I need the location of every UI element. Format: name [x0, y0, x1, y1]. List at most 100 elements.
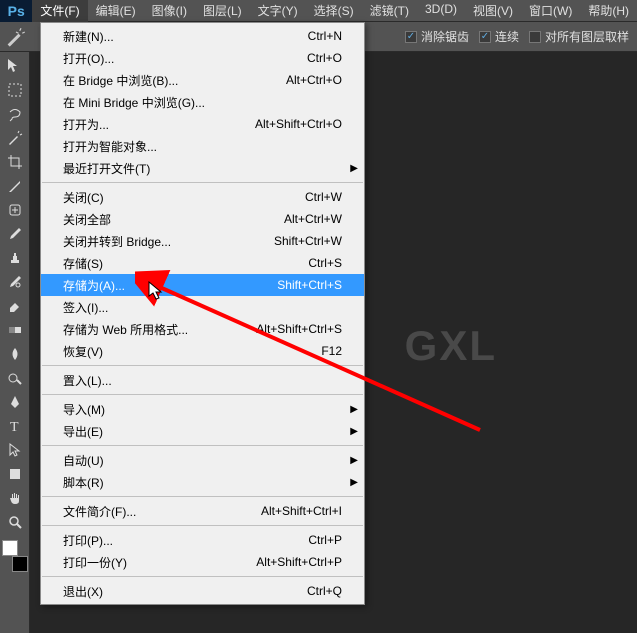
menu-item[interactable]: 导入(M)▶ [41, 398, 364, 420]
antialias-option[interactable]: ✓ 消除锯齿 [405, 28, 469, 45]
crop-tool[interactable] [2, 150, 28, 174]
gradient-tool[interactable] [2, 318, 28, 342]
menu-item-label: 新建(N)... [63, 28, 308, 45]
menubar-item[interactable]: 图像(I) [144, 0, 195, 22]
menu-item[interactable]: 存储为 Web 所用格式...Alt+Shift+Ctrl+S [41, 318, 364, 340]
marquee-tool[interactable] [2, 78, 28, 102]
menu-item-label: 打印一份(Y) [63, 554, 256, 571]
menu-item-shortcut: Ctrl+O [307, 51, 356, 65]
menu-item-shortcut: Alt+Shift+Ctrl+O [255, 117, 356, 131]
menu-separator [42, 496, 363, 497]
menu-item[interactable]: 关闭并转到 Bridge...Shift+Ctrl+W [41, 230, 364, 252]
background-color-swatch[interactable] [12, 556, 28, 572]
menu-item[interactable]: 签入(I)... [41, 296, 364, 318]
menu-item-label: 关闭并转到 Bridge... [63, 233, 274, 250]
file-menu-dropdown: 新建(N)...Ctrl+N打开(O)...Ctrl+O在 Bridge 中浏览… [40, 22, 365, 605]
menu-separator [42, 576, 363, 577]
menu-item[interactable]: 自动(U)▶ [41, 449, 364, 471]
menu-item[interactable]: 存储为(A)...Shift+Ctrl+S [41, 274, 364, 296]
menu-separator [42, 394, 363, 395]
hand-tool[interactable] [2, 486, 28, 510]
menu-item-label: 恢复(V) [63, 343, 321, 360]
menu-item-shortcut: Ctrl+Q [307, 584, 356, 598]
menu-item-shortcut: Alt+Shift+Ctrl+S [256, 322, 356, 336]
menu-item[interactable]: 打开(O)...Ctrl+O [41, 47, 364, 69]
pen-tool[interactable] [2, 390, 28, 414]
menu-item[interactable]: 新建(N)...Ctrl+N [41, 25, 364, 47]
menu-item-shortcut: Alt+Shift+Ctrl+I [261, 504, 356, 518]
submenu-arrow-icon: ▶ [350, 163, 358, 174]
menu-item[interactable]: 退出(X)Ctrl+Q [41, 580, 364, 602]
magic-wand-icon [6, 27, 26, 47]
foreground-color-swatch[interactable] [2, 540, 18, 556]
menu-item-label: 存储(S) [63, 255, 308, 272]
menubar: Ps 文件(F)编辑(E)图像(I)图层(L)文字(Y)选择(S)滤镜(T)3D… [0, 0, 637, 22]
menu-item-label: 存储为(A)... [63, 277, 277, 294]
menu-item[interactable]: 最近打开文件(T)▶ [41, 157, 364, 179]
menu-item-label: 导出(E) [63, 423, 356, 440]
menu-item[interactable]: 打印(P)...Ctrl+P [41, 529, 364, 551]
menubar-item[interactable]: 窗口(W) [521, 0, 580, 22]
menu-item-shortcut: F12 [321, 344, 356, 358]
menu-item[interactable]: 导出(E)▶ [41, 420, 364, 442]
clone-stamp-tool[interactable] [2, 246, 28, 270]
history-brush-tool[interactable] [2, 270, 28, 294]
move-tool[interactable] [2, 54, 28, 78]
blur-tool[interactable] [2, 342, 28, 366]
menu-item[interactable]: 打印一份(Y)Alt+Shift+Ctrl+P [41, 551, 364, 573]
menubar-item[interactable]: 编辑(E) [88, 0, 144, 22]
menu-item-label: 打印(P)... [63, 532, 308, 549]
eraser-tool[interactable] [2, 294, 28, 318]
menu-item[interactable]: 恢复(V)F12 [41, 340, 364, 362]
menu-item[interactable]: 关闭全部Alt+Ctrl+W [41, 208, 364, 230]
antialias-label: 消除锯齿 [421, 28, 469, 45]
menu-separator [42, 525, 363, 526]
tool-panel: T [0, 52, 30, 633]
lasso-tool[interactable] [2, 102, 28, 126]
menu-item-label: 打开为智能对象... [63, 138, 356, 155]
contiguous-option[interactable]: ✓ 连续 [479, 28, 519, 45]
menu-item[interactable]: 在 Bridge 中浏览(B)...Alt+Ctrl+O [41, 69, 364, 91]
menu-item[interactable]: 置入(L)... [41, 369, 364, 391]
checkbox-empty-icon [529, 31, 541, 43]
menubar-item[interactable]: 滤镜(T) [362, 0, 417, 22]
contiguous-label: 连续 [495, 28, 519, 45]
menubar-item[interactable]: 图层(L) [195, 0, 250, 22]
type-tool[interactable]: T [2, 414, 28, 438]
eyedropper-tool[interactable] [2, 174, 28, 198]
menubar-item[interactable]: 文件(F) [32, 0, 87, 22]
menubar-item[interactable]: 选择(S) [306, 0, 362, 22]
zoom-tool[interactable] [2, 510, 28, 534]
check-icon: ✓ [479, 31, 491, 43]
menu-separator [42, 365, 363, 366]
brush-tool[interactable] [2, 222, 28, 246]
menubar-item[interactable]: 3D(D) [417, 0, 465, 22]
shape-tool[interactable] [2, 462, 28, 486]
menu-item[interactable]: 打开为智能对象... [41, 135, 364, 157]
menu-item-label: 退出(X) [63, 583, 307, 600]
path-selection-tool[interactable] [2, 438, 28, 462]
menu-item[interactable]: 脚本(R)▶ [41, 471, 364, 493]
menu-item[interactable]: 文件简介(F)...Alt+Shift+Ctrl+I [41, 500, 364, 522]
dodge-tool[interactable] [2, 366, 28, 390]
alllayers-option[interactable]: 对所有图层取样 [529, 28, 629, 45]
color-swatches[interactable] [2, 540, 28, 572]
menu-item-label: 在 Bridge 中浏览(B)... [63, 72, 286, 89]
menu-item-label: 置入(L)... [63, 372, 356, 389]
watermark-text: GXL [405, 322, 497, 370]
alllayers-label: 对所有图层取样 [545, 28, 629, 45]
menu-item[interactable]: 在 Mini Bridge 中浏览(G)... [41, 91, 364, 113]
menubar-item[interactable]: 帮助(H) [580, 0, 637, 22]
menubar-item[interactable]: 文字(Y) [250, 0, 306, 22]
menu-item-shortcut: Ctrl+W [305, 190, 356, 204]
menu-separator [42, 445, 363, 446]
menu-item-shortcut: Shift+Ctrl+W [274, 234, 356, 248]
menu-item-shortcut: Alt+Shift+Ctrl+P [256, 555, 356, 569]
menu-item[interactable]: 关闭(C)Ctrl+W [41, 186, 364, 208]
submenu-arrow-icon: ▶ [350, 455, 358, 466]
menu-item[interactable]: 存储(S)Ctrl+S [41, 252, 364, 274]
menubar-item[interactable]: 视图(V) [465, 0, 521, 22]
menu-item[interactable]: 打开为...Alt+Shift+Ctrl+O [41, 113, 364, 135]
magic-wand-tool[interactable] [2, 126, 28, 150]
healing-brush-tool[interactable] [2, 198, 28, 222]
